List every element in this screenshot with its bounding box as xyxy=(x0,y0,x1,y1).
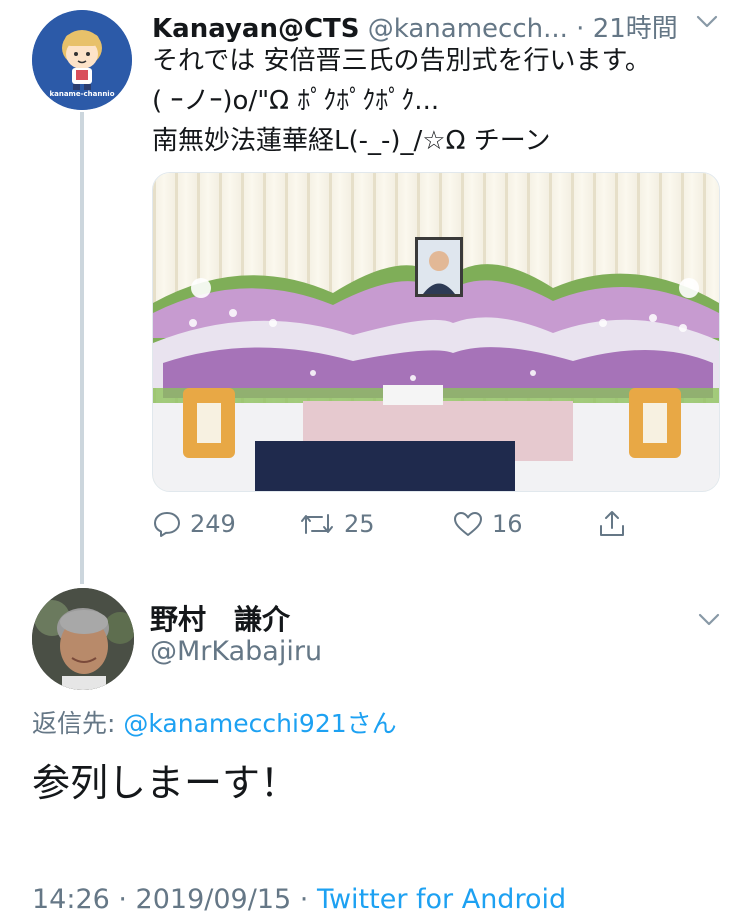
parent-tweet-text-line: 南無妙法蓮華経L(-_-)_/☆Ω チーン xyxy=(152,126,551,156)
parent-timestamp[interactable]: 21時間 xyxy=(593,14,678,42)
parent-tweet-text-line: ( ｰノｰ)o/"Ω ﾎﾟｸﾎﾟｸﾎﾟｸ... xyxy=(152,86,440,116)
thread-connector-line xyxy=(80,112,84,584)
header-separator: · xyxy=(576,14,585,42)
retweet-icon xyxy=(301,514,333,534)
reply-handle[interactable]: @MrKabajiru xyxy=(150,636,322,667)
tweet-timestamp: 14:26 · 2019/09/15 · xyxy=(32,884,317,915)
like-action[interactable]: 16 xyxy=(452,504,523,544)
share-icon xyxy=(600,511,624,536)
reply-icon xyxy=(154,512,180,537)
avatar-caption: kaname-channio xyxy=(49,90,115,98)
chevron-down-icon[interactable] xyxy=(694,12,720,32)
tweet-photo[interactable] xyxy=(152,172,720,492)
parent-display-name[interactable]: Kanayan@CTS xyxy=(152,14,360,42)
funeral-altar-photo xyxy=(153,173,719,491)
reply-avatar[interactable] xyxy=(32,588,134,690)
heart-icon xyxy=(454,512,482,536)
reply-tweet-text: 参列しまーす！ xyxy=(32,761,299,805)
share-action[interactable] xyxy=(596,504,636,544)
parent-avatar[interactable]: kaname-channio xyxy=(32,10,132,110)
retweet-count: 25 xyxy=(344,510,375,538)
parent-tweet-text-line: それでは 安倍晋三氏の告別式を行います。 xyxy=(152,46,651,76)
reply-to-mention[interactable]: @kanamecchi921さん xyxy=(123,709,396,738)
reply-display-name[interactable]: 野村 謙介 xyxy=(150,598,290,638)
chevron-down-icon[interactable] xyxy=(696,610,722,630)
parent-handle[interactable]: @kanamecch... xyxy=(368,14,568,42)
tweet-source-link[interactable]: Twitter for Android xyxy=(317,884,566,915)
avatar-photo xyxy=(32,588,134,690)
tweet-meta: 14:26 · 2019/09/15 · Twitter for Android xyxy=(32,884,566,915)
reply-to-label: 返信先: xyxy=(32,709,124,738)
retweet-action[interactable]: 25 xyxy=(298,504,375,544)
like-count: 16 xyxy=(492,510,523,538)
parent-tweet-header: Kanayan@CTS @kanamecch... · 21時間 xyxy=(152,8,722,42)
reply-count: 249 xyxy=(190,510,236,538)
reply-action[interactable]: 249 xyxy=(152,504,236,544)
reply-to-line: 返信先: @kanamecchi921さん xyxy=(32,704,397,740)
